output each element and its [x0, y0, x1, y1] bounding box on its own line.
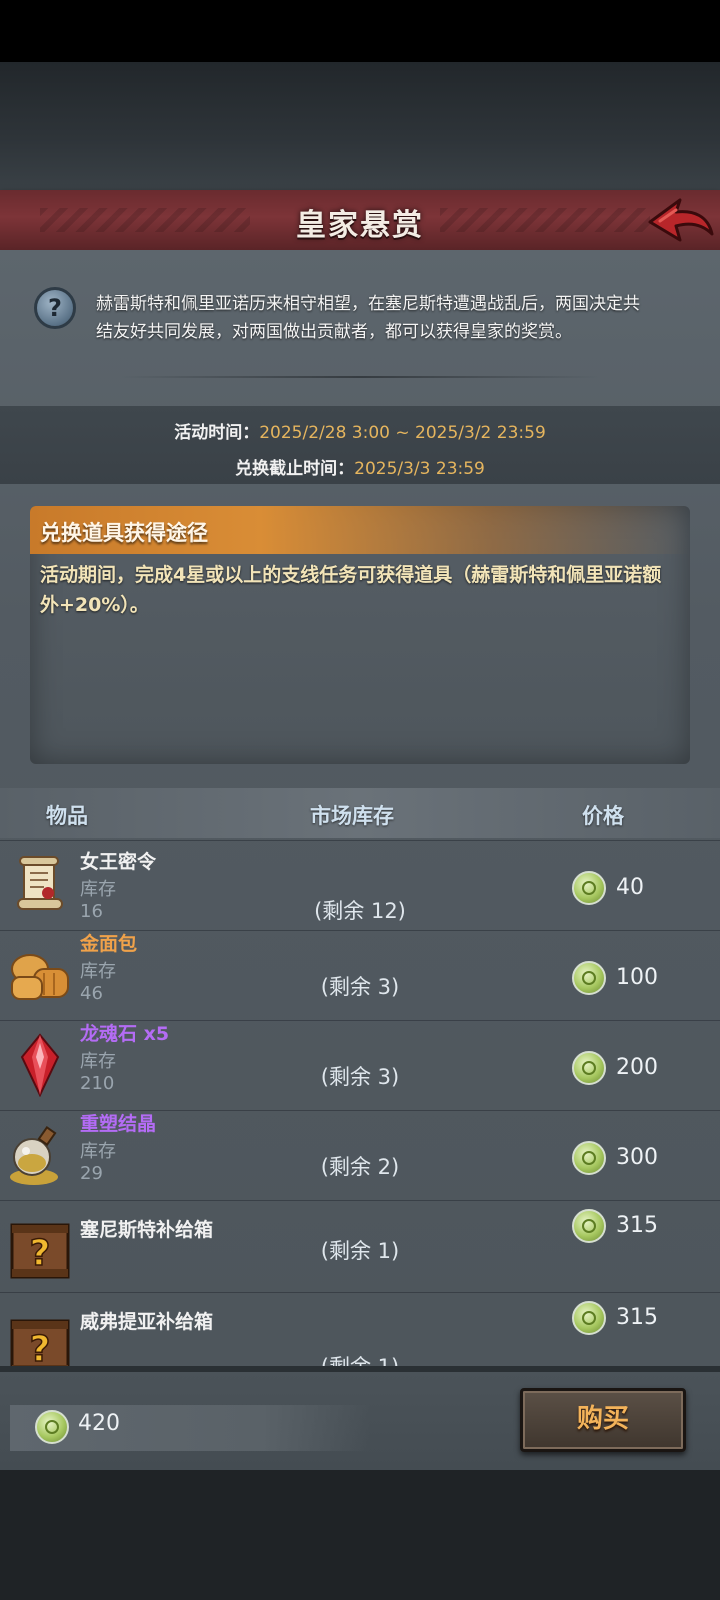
- activity-time-value: 2025/2/28 3:00 ~ 2025/3/2 23:59: [259, 423, 546, 443]
- coin-icon: [35, 1410, 69, 1444]
- remaining-count: (剩余 3): [320, 1065, 400, 1089]
- deadline-value: 2025/3/3 23:59: [354, 459, 485, 479]
- item-name: 龙魂石 x5: [80, 1023, 170, 1045]
- remaining-count: (剩余 12): [314, 899, 406, 923]
- background-bottom: [0, 1470, 720, 1600]
- shop-row[interactable]: 重塑结晶 库存 29 (剩余 2) 300: [0, 1110, 720, 1201]
- help-icon[interactable]: ?: [34, 287, 76, 329]
- item-name: 女王密令: [80, 851, 157, 873]
- background-top: [0, 62, 720, 190]
- shop-row[interactable]: 女王密令 库存 16 (剩余 12) 40: [0, 840, 720, 931]
- coin-icon: [572, 871, 606, 905]
- item-price: 100: [616, 965, 658, 990]
- activity-time-row: 活动时间：2025/2/28 3:00 ~ 2025/3/2 23:59: [0, 418, 720, 443]
- shop-row[interactable]: 金面包 库存 46 (剩余 3) 100: [0, 930, 720, 1021]
- item-name: 金面包: [80, 933, 138, 955]
- remaining-count: (剩余 1): [320, 1355, 400, 1367]
- back-arrow-icon: [648, 198, 714, 242]
- info-text: 活动期间，完成4星或以上的支线任务可获得道具（赫雷斯特和佩里亚诺额外+20%）。: [40, 564, 662, 616]
- deadline-row: 兑换截止时间：2025/3/3 23:59: [0, 454, 720, 479]
- shop-row[interactable]: 龙魂石 x5 库存 210 (剩余 3) 200: [0, 1020, 720, 1111]
- buy-button[interactable]: 购买: [520, 1388, 686, 1452]
- coin-icon: [572, 1141, 606, 1175]
- page-title: 皇家悬赏: [296, 208, 424, 243]
- column-header-item: 物品: [46, 804, 88, 828]
- remaining-count: (剩余 1): [320, 1239, 400, 1263]
- event-description: 赫雷斯特和佩里亚诺历来相守相望，在塞尼斯特遭遇战乱后，两国决定共结友好共同发展，…: [96, 294, 640, 342]
- remaining-count: (剩余 2): [320, 1155, 400, 1179]
- shop-row[interactable]: ? 塞尼斯特补给箱 (剩余 1) 315: [0, 1200, 720, 1293]
- shop-row[interactable]: ? 威弗提亚补给箱 (剩余 1) 315: [0, 1292, 720, 1367]
- column-header-stock: 市场库存: [310, 804, 394, 828]
- coin-icon: [572, 1051, 606, 1085]
- currency-balance: 420: [78, 1411, 120, 1436]
- item-price: 40: [616, 875, 644, 900]
- item-price: 300: [616, 1145, 658, 1170]
- divider: [120, 376, 600, 378]
- item-name: 重塑结晶: [80, 1113, 157, 1135]
- deadline-label: 兑换截止时间：: [235, 459, 355, 479]
- item-price: 200: [616, 1055, 658, 1080]
- coin-icon: [572, 961, 606, 995]
- coin-icon: [572, 1301, 606, 1335]
- coin-icon: [572, 1209, 606, 1243]
- status-bar-area: [0, 0, 720, 62]
- info-title: 兑换道具获得途径: [40, 521, 208, 545]
- activity-time-label: 活动时间：: [174, 423, 260, 443]
- item-price: 315: [616, 1213, 658, 1238]
- item-name: 威弗提亚补给箱: [80, 1311, 214, 1333]
- remaining-count: (剩余 3): [320, 975, 400, 999]
- back-button[interactable]: [646, 194, 716, 246]
- column-header-price: 价格: [582, 804, 624, 828]
- item-price: 315: [616, 1305, 658, 1330]
